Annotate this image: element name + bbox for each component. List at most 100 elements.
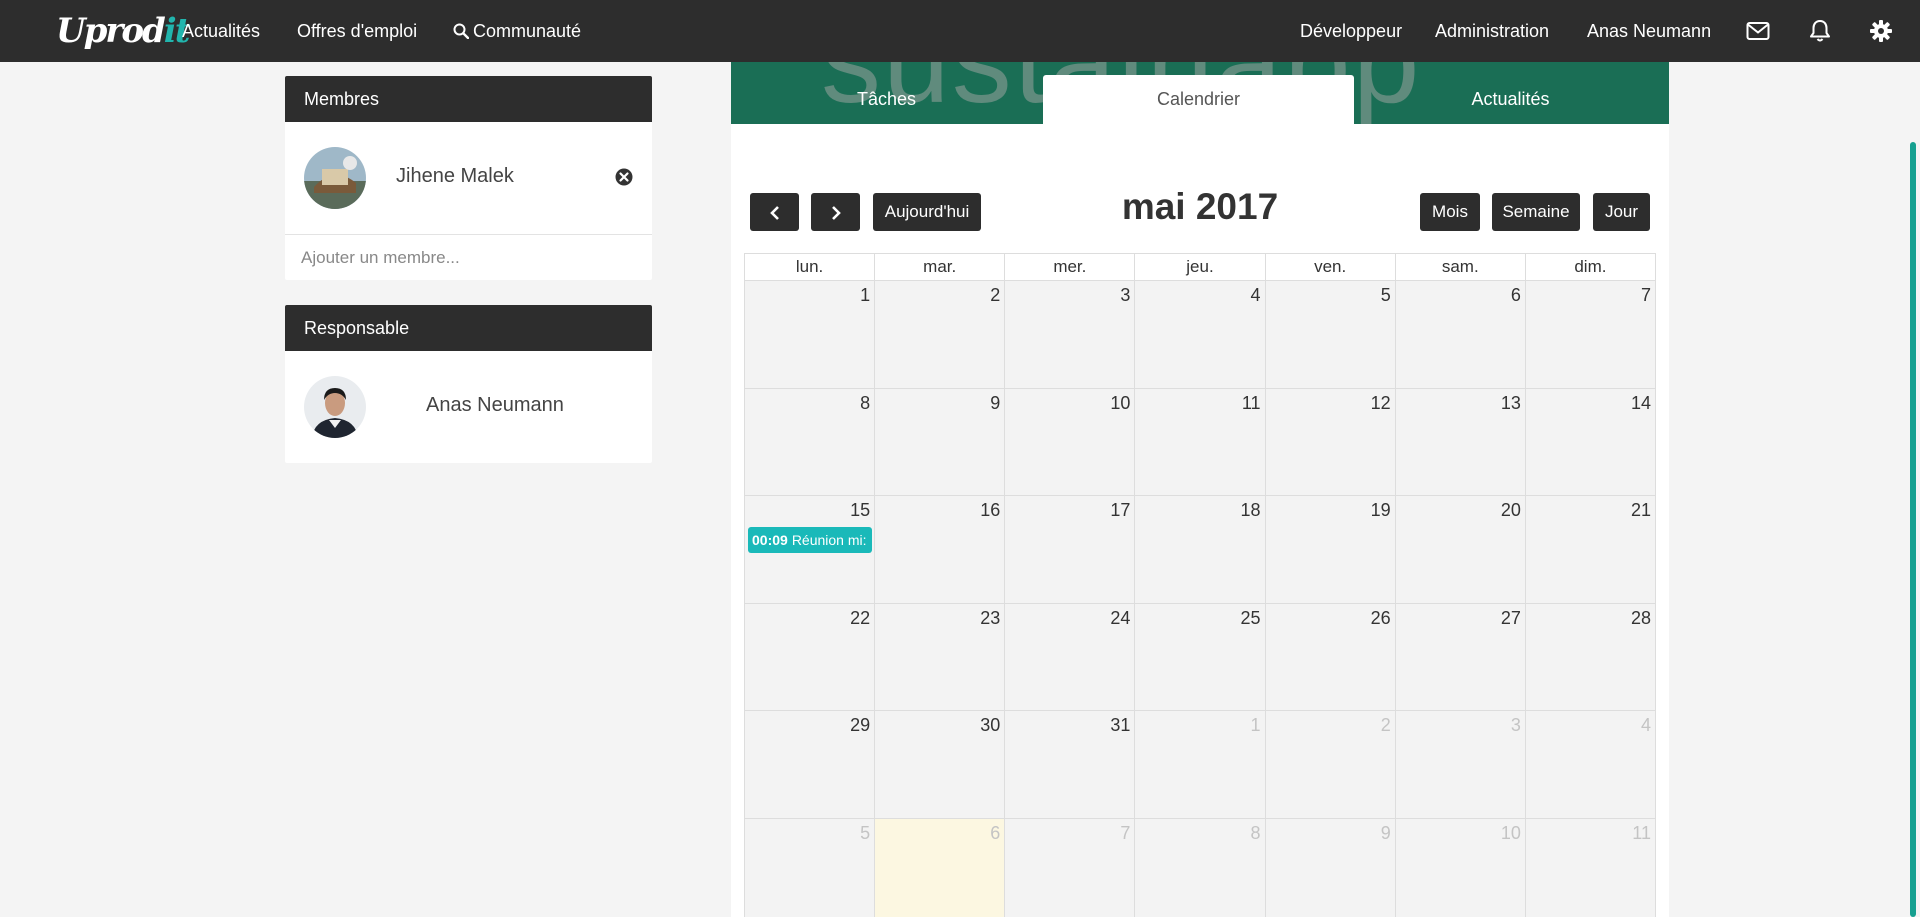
calendar-day-cell[interactable]: 26	[1265, 603, 1396, 712]
tab-taches[interactable]: Tâches	[731, 75, 1042, 124]
day-number[interactable]: 8	[860, 393, 870, 414]
calendar-day-cell[interactable]: 13	[1395, 388, 1526, 497]
day-number[interactable]: 3	[1511, 715, 1521, 736]
calendar-day-cell[interactable]: 20	[1395, 496, 1526, 604]
calendar-day-cell[interactable]: 11	[1135, 388, 1266, 497]
calendar-day-cell[interactable]: 23	[875, 603, 1006, 712]
day-number[interactable]: 4	[1251, 285, 1261, 306]
day-number[interactable]: 23	[980, 608, 1000, 629]
day-number[interactable]: 31	[1110, 715, 1130, 736]
gear-icon[interactable]	[1867, 17, 1895, 45]
calendar-day-cell[interactable]: 7	[1525, 281, 1656, 389]
day-number[interactable]: 19	[1371, 500, 1391, 521]
calendar-prev-button[interactable]	[750, 193, 799, 231]
calendar-day-cell[interactable]: 14	[1525, 388, 1656, 497]
calendar-day-cell[interactable]: 5	[1265, 281, 1396, 389]
day-number[interactable]: 29	[850, 715, 870, 736]
calendar-day-cell[interactable]: 10	[1005, 388, 1136, 497]
calendar-day-cell[interactable]: 4	[1135, 281, 1266, 389]
calendar-day-cell[interactable]: 11	[1525, 818, 1656, 917]
day-number[interactable]: 17	[1110, 500, 1130, 521]
calendar-day-cell[interactable]: 31	[1005, 711, 1136, 819]
calendar-day-cell[interactable]: 8	[745, 388, 876, 497]
view-week-button[interactable]: Semaine	[1492, 193, 1580, 231]
day-number[interactable]: 6	[990, 823, 1000, 844]
day-number[interactable]: 24	[1110, 608, 1130, 629]
nav-actualites[interactable]: Actualités	[182, 19, 260, 43]
nav-developpeur[interactable]: Développeur	[1300, 19, 1402, 43]
calendar-day-cell[interactable]: 3	[1395, 711, 1526, 819]
day-number[interactable]: 11	[1242, 393, 1261, 414]
day-number[interactable]: 30	[980, 715, 1000, 736]
add-member-input[interactable]	[285, 235, 652, 280]
calendar-day-cell[interactable]: 24	[1005, 603, 1136, 712]
day-number[interactable]: 2	[990, 285, 1000, 306]
calendar-day-cell[interactable]: 6	[1395, 281, 1526, 389]
day-number[interactable]: 2	[1381, 715, 1391, 736]
day-number[interactable]: 20	[1501, 500, 1521, 521]
day-number[interactable]: 22	[850, 608, 870, 629]
nav-offres-emploi[interactable]: Offres d'emploi	[297, 19, 417, 43]
day-number[interactable]: 4	[1641, 715, 1651, 736]
calendar-day-cell[interactable]: 30	[875, 711, 1006, 819]
calendar-day-cell[interactable]: 3	[1005, 281, 1136, 389]
day-number[interactable]: 10	[1110, 393, 1130, 414]
calendar-event[interactable]: 00:09 Réunion mi:	[748, 527, 872, 554]
view-day-button[interactable]: Jour	[1593, 193, 1650, 231]
calendar-day-cell[interactable]: 28	[1525, 603, 1656, 712]
remove-member-icon[interactable]	[615, 168, 633, 186]
day-number[interactable]: 15	[850, 500, 870, 521]
calendar-day-cell[interactable]: 9	[875, 388, 1006, 497]
calendar-day-cell[interactable]: 12	[1265, 388, 1396, 497]
member-name[interactable]: Jihene Malek	[396, 164, 514, 188]
day-number[interactable]: 10	[1501, 823, 1521, 844]
day-number[interactable]: 13	[1501, 393, 1521, 414]
calendar-day-cell[interactable]: 25	[1135, 603, 1266, 712]
day-number[interactable]: 26	[1371, 608, 1391, 629]
day-number[interactable]: 7	[1120, 823, 1130, 844]
nav-administration[interactable]: Administration	[1435, 19, 1549, 43]
manager-name[interactable]: Anas Neumann	[426, 393, 564, 417]
calendar-today-button[interactable]: Aujourd'hui	[873, 193, 981, 231]
day-number[interactable]: 28	[1631, 608, 1651, 629]
calendar-day-cell[interactable]: 10	[1395, 818, 1526, 917]
calendar-day-cell[interactable]: 4	[1525, 711, 1656, 819]
calendar-day-cell[interactable]: 17	[1005, 496, 1136, 604]
day-number[interactable]: 18	[1241, 500, 1261, 521]
day-number[interactable]: 14	[1631, 393, 1651, 414]
calendar-day-cell[interactable]: 18	[1135, 496, 1266, 604]
calendar-day-cell[interactable]: 8	[1135, 818, 1266, 917]
view-month-button[interactable]: Mois	[1420, 193, 1480, 231]
day-number[interactable]: 1	[860, 285, 870, 306]
day-number[interactable]: 1	[1251, 715, 1261, 736]
day-number[interactable]: 7	[1641, 285, 1651, 306]
calendar-day-cell[interactable]: 5	[745, 818, 876, 917]
day-number[interactable]: 9	[1381, 823, 1391, 844]
calendar-day-cell[interactable]: 16	[875, 496, 1006, 604]
calendar-day-cell[interactable]: 29	[745, 711, 876, 819]
bell-icon[interactable]	[1806, 17, 1834, 45]
calendar-day-cell[interactable]: 21	[1525, 496, 1656, 604]
manager-avatar[interactable]	[304, 376, 366, 438]
day-number[interactable]: 12	[1371, 393, 1391, 414]
nav-user-name[interactable]: Anas Neumann	[1587, 19, 1711, 43]
day-number[interactable]: 16	[980, 500, 1000, 521]
day-number[interactable]: 11	[1632, 823, 1651, 844]
calendar-day-cell[interactable]: 19	[1265, 496, 1396, 604]
day-number[interactable]: 8	[1251, 823, 1261, 844]
calendar-day-cell-today[interactable]: 6	[875, 818, 1006, 917]
calendar-day-cell[interactable]: 2	[875, 281, 1006, 389]
day-number[interactable]: 25	[1241, 608, 1261, 629]
calendar-day-cell[interactable]: 22	[745, 603, 876, 712]
calendar-day-cell[interactable]: 1	[1135, 711, 1266, 819]
calendar-day-cell[interactable]: 15 00:09 Réunion mi:	[745, 496, 876, 604]
app-logo[interactable]: Uprod it	[56, 10, 190, 52]
mail-icon[interactable]	[1744, 17, 1772, 45]
calendar-next-button[interactable]	[811, 193, 860, 231]
calendar-day-cell[interactable]: 2	[1265, 711, 1396, 819]
calendar-day-cell[interactable]: 27	[1395, 603, 1526, 712]
day-number[interactable]: 9	[990, 393, 1000, 414]
nav-communaute[interactable]: Communauté	[453, 19, 581, 45]
day-number[interactable]: 5	[860, 823, 870, 844]
page-scrollbar-thumb[interactable]	[1910, 142, 1916, 917]
